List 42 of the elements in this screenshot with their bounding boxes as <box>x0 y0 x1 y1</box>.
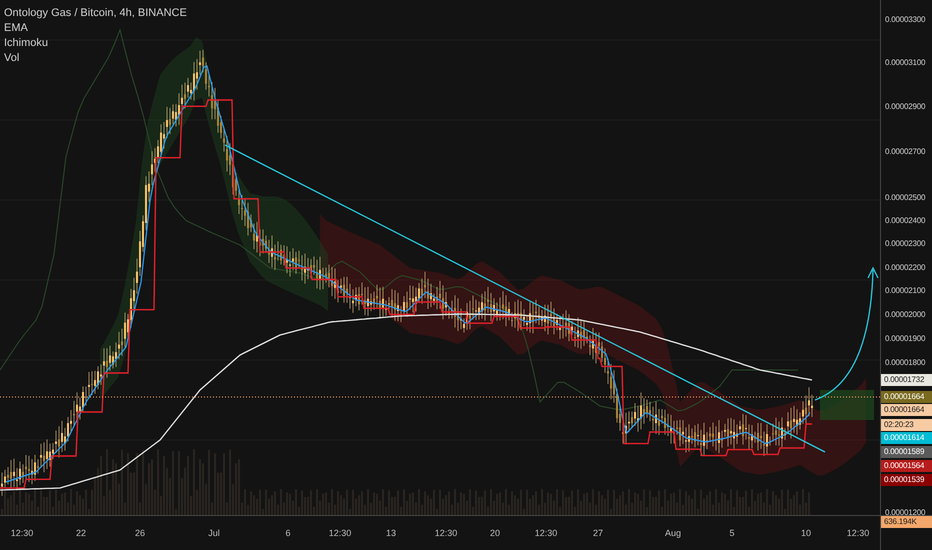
price-badge: 02:20:23 <box>881 419 932 431</box>
price-tick-label: 0.00003300 <box>885 15 926 25</box>
price-tick-label: 0.00002500 <box>885 193 926 203</box>
price-tick-label: 0.00002400 <box>885 216 926 226</box>
time-tick-label: Jul <box>208 528 220 538</box>
price-tick-label: 0.00002700 <box>885 147 926 157</box>
price-tick-label: 0.00001800 <box>885 358 926 368</box>
indicator-label[interactable]: Vol <box>4 51 20 65</box>
time-tick-label: 27 <box>593 528 603 538</box>
indicator-label[interactable]: EMA <box>4 21 28 35</box>
price-tick-label: 0.00001900 <box>885 334 926 344</box>
time-tick-label: Aug <box>665 528 681 538</box>
time-tick-label: 13 <box>386 528 396 538</box>
time-tick-label: 12:30 <box>10 528 34 538</box>
chart-symbol-title: Ontology Gas / Bitcoin, 4h, BINANCE <box>4 6 187 20</box>
price-badge: 0.00001614 <box>881 432 932 444</box>
time-tick-label: 26 <box>135 528 145 538</box>
price-badge: 0.00001564 <box>881 460 932 472</box>
price-badge: 636.194K <box>881 516 932 528</box>
ichimoku-bullish-cloud <box>820 390 874 420</box>
price-tick-label: 0.00001200 <box>885 508 926 518</box>
indicator-label[interactable]: Ichimoku <box>4 36 48 50</box>
price-badge: 0.00001589 <box>881 446 932 458</box>
price-badge: 0.00001732 <box>881 374 932 386</box>
time-tick-label: 5 <box>730 528 734 538</box>
price-tick-label: 0.00002000 <box>885 310 926 320</box>
time-tick-label: 22 <box>76 528 86 538</box>
time-tick-label: 12:30 <box>534 528 558 538</box>
price-tick-label: 0.00003100 <box>885 58 926 68</box>
price-badge: 0.00001539 <box>881 474 932 486</box>
time-tick-label: 20 <box>490 528 500 538</box>
time-tick-label: 12:30 <box>434 528 458 538</box>
price-badge: 0.00001664 <box>881 404 932 416</box>
price-tick-label: 0.00002300 <box>885 239 926 249</box>
time-tick-label: 12:30 <box>328 528 352 538</box>
price-tick-label: 0.00002100 <box>885 286 926 296</box>
price-tick-label: 0.00002200 <box>885 263 926 273</box>
time-tick-label: 10 <box>801 528 811 538</box>
time-tick-label: 12:30 <box>846 528 870 538</box>
time-tick-label: 6 <box>286 528 290 538</box>
price-tick-label: 0.00002900 <box>885 102 926 112</box>
price-badge: 0.00001664 <box>881 391 932 403</box>
